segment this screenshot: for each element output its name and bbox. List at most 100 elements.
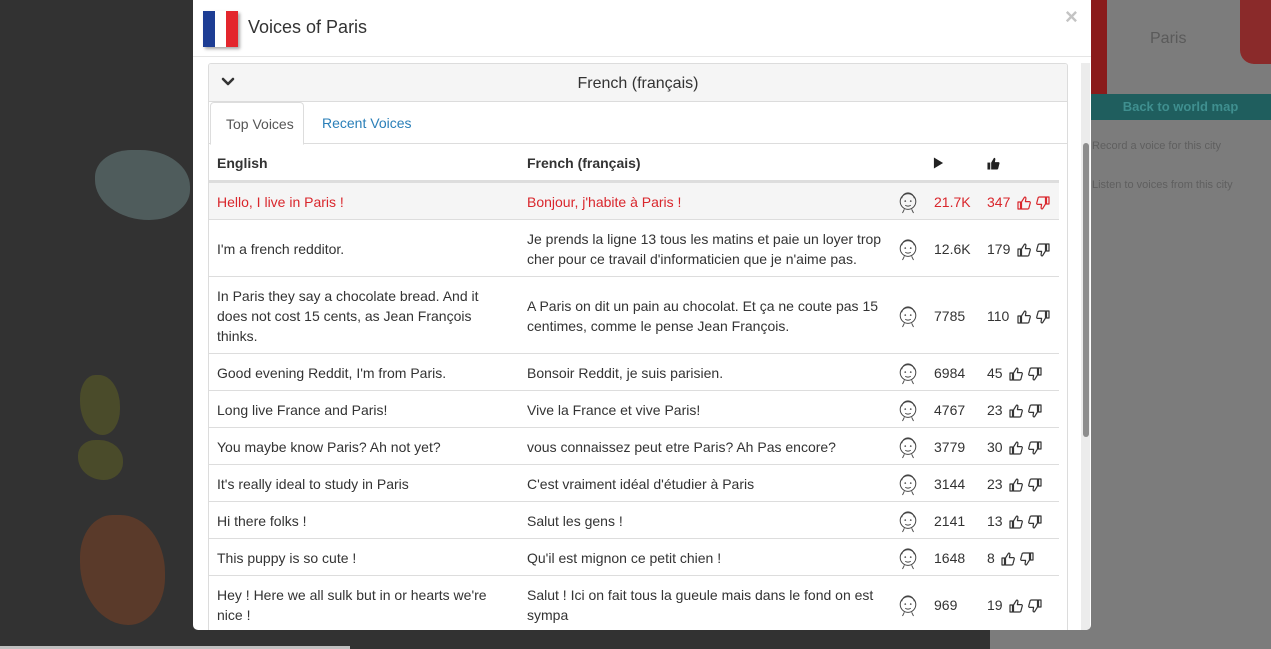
french-column-header: French (français) bbox=[527, 155, 641, 171]
map-region bbox=[78, 440, 123, 480]
french-phrase: Salut les gens ! bbox=[527, 513, 623, 529]
thumbs-down-icon[interactable] bbox=[1028, 598, 1043, 613]
language-panel: French (français) Top Voices Recent Voic… bbox=[208, 63, 1068, 630]
play-voice-avatar-icon[interactable] bbox=[897, 593, 921, 619]
vote-count: 347 bbox=[987, 194, 1011, 210]
thumbs-down-icon[interactable] bbox=[1036, 242, 1051, 257]
table-row[interactable]: It's really ideal to study in Paris C'est… bbox=[209, 464, 1059, 501]
play-count: 3779 bbox=[934, 439, 966, 455]
english-phrase: You maybe know Paris? Ah not yet? bbox=[217, 439, 441, 455]
thumbs-down-icon[interactable] bbox=[1020, 551, 1035, 566]
table-row[interactable]: This puppy is so cute ! Qu'il est mignon … bbox=[209, 538, 1059, 575]
thumbs-up-icon[interactable] bbox=[1009, 514, 1024, 529]
voices-modal: Voices of Paris × French (français) Top … bbox=[193, 0, 1091, 630]
english-phrase: It's really ideal to study in Paris bbox=[217, 476, 409, 492]
table-header: English French (français) bbox=[209, 145, 1059, 182]
table-row[interactable]: You maybe know Paris? Ah not yet? vous co… bbox=[209, 427, 1059, 464]
play-voice-avatar-icon[interactable] bbox=[897, 509, 921, 535]
play-voice-avatar-icon[interactable] bbox=[897, 190, 921, 216]
vote-count: 23 bbox=[987, 476, 1003, 492]
vote-count: 179 bbox=[987, 241, 1011, 257]
back-to-world-map-button[interactable]: Back to world map bbox=[1090, 94, 1271, 120]
thumbs-up-icon[interactable] bbox=[1009, 440, 1024, 455]
city-crest-image bbox=[1240, 0, 1271, 64]
play-icon bbox=[933, 157, 944, 169]
modal-scrollbar-thumb[interactable] bbox=[1083, 143, 1089, 437]
play-voice-avatar-icon[interactable] bbox=[897, 472, 921, 498]
play-count: 2141 bbox=[934, 513, 966, 529]
english-phrase: Hello, I live in Paris ! bbox=[217, 194, 344, 210]
english-phrase: Good evening Reddit, I'm from Paris. bbox=[217, 365, 447, 381]
thumbs-up-icon[interactable] bbox=[1017, 242, 1032, 257]
thumbs-up-icon[interactable] bbox=[1017, 195, 1032, 210]
table-row[interactable]: I'm a french redditor. Je prends la ligne… bbox=[209, 219, 1059, 276]
thumbs-down-icon[interactable] bbox=[1036, 195, 1051, 210]
play-voice-avatar-icon[interactable] bbox=[897, 435, 921, 461]
french-phrase: Qu'il est mignon ce petit chien ! bbox=[527, 550, 722, 566]
play-count: 3144 bbox=[934, 476, 966, 492]
vote-count: 110 bbox=[987, 308, 1010, 324]
english-phrase: Hey ! Here we all sulk but in or hearts … bbox=[217, 587, 487, 623]
thumbs-down-icon[interactable] bbox=[1028, 477, 1043, 492]
thumbs-up-icon[interactable] bbox=[1009, 366, 1024, 381]
vote-count: 30 bbox=[987, 439, 1003, 455]
english-phrase: This puppy is so cute ! bbox=[217, 550, 357, 566]
thumbs-up-icon[interactable] bbox=[1009, 598, 1024, 613]
english-phrase: Long live France and Paris! bbox=[217, 402, 388, 418]
table-row[interactable]: Long live France and Paris! Vive la Franc… bbox=[209, 390, 1059, 427]
play-voice-avatar-icon[interactable] bbox=[897, 361, 921, 387]
thumbs-down-icon[interactable] bbox=[1028, 366, 1043, 381]
thumbs-up-icon[interactable] bbox=[1009, 403, 1024, 418]
table-row[interactable]: In Paris they say a chocolate bread. And… bbox=[209, 276, 1059, 353]
thumbs-up-icon[interactable] bbox=[1001, 551, 1016, 566]
language-title: French (français) bbox=[577, 75, 699, 92]
play-voice-avatar-icon[interactable] bbox=[897, 398, 921, 424]
english-phrase: I'm a french redditor. bbox=[217, 241, 345, 257]
play-voice-avatar-icon[interactable] bbox=[897, 546, 921, 572]
thumbs-down-icon[interactable] bbox=[1028, 440, 1043, 455]
thumbs-down-icon[interactable] bbox=[1028, 403, 1043, 418]
voice-tabs: Top Voices Recent Voices bbox=[209, 102, 1067, 145]
french-phrase: Je prends la ligne 13 tous les matins et… bbox=[527, 231, 882, 267]
play-count: 12.6K bbox=[934, 241, 971, 257]
play-count: 21.7K bbox=[934, 194, 971, 210]
table-row[interactable]: Hello, I live in Paris ! Bonjour, j'habit… bbox=[209, 182, 1059, 219]
play-voice-avatar-icon[interactable] bbox=[897, 237, 921, 263]
close-button[interactable]: × bbox=[1065, 6, 1078, 28]
french-phrase: A Paris on dit un pain au chocolat. Et ç… bbox=[527, 298, 879, 334]
english-column-header: English bbox=[217, 155, 268, 171]
city-label: Paris bbox=[1150, 30, 1187, 47]
map-region bbox=[80, 515, 165, 625]
french-phrase: Bonsoir Reddit, je suis parisien. bbox=[527, 365, 724, 381]
listen-voices-link[interactable]: Listen to voices from this city bbox=[1092, 179, 1233, 191]
vote-count: 45 bbox=[987, 365, 1003, 381]
french-phrase: vous connaissez peut etre Paris? Ah Pas … bbox=[527, 439, 836, 455]
thumbs-down-icon[interactable] bbox=[1036, 309, 1051, 324]
vote-count: 23 bbox=[987, 402, 1003, 418]
tab-top-voices[interactable]: Top Voices bbox=[210, 102, 304, 145]
vote-count: 19 bbox=[987, 597, 1003, 613]
table-row[interactable]: Hey ! Here we all sulk but in or hearts … bbox=[209, 575, 1059, 630]
thumbs-down-icon[interactable] bbox=[1028, 514, 1043, 529]
english-phrase: Hi there folks ! bbox=[217, 513, 307, 529]
france-flag-icon bbox=[203, 11, 239, 47]
table-row[interactable]: Hi there folks ! Salut les gens ! 2141 13 bbox=[209, 501, 1059, 538]
play-voice-avatar-icon[interactable] bbox=[897, 304, 921, 330]
play-count: 7785 bbox=[934, 308, 966, 324]
tab-recent-voices[interactable]: Recent Voices bbox=[306, 102, 428, 144]
thumbs-up-icon[interactable] bbox=[1017, 309, 1032, 324]
map-region bbox=[80, 375, 120, 435]
language-panel-heading[interactable]: French (français) bbox=[209, 64, 1067, 102]
french-phrase: Bonjour, j'habite à Paris ! bbox=[527, 194, 682, 210]
play-count: 1648 bbox=[934, 550, 966, 566]
french-phrase: C'est vraiment idéal d'étudier à Paris bbox=[527, 476, 755, 492]
play-count: 4767 bbox=[934, 402, 966, 418]
french-phrase: Vive la France et vive Paris! bbox=[527, 402, 701, 418]
record-voice-link[interactable]: Record a voice for this city bbox=[1092, 140, 1221, 152]
vote-count: 8 bbox=[987, 550, 995, 566]
play-count: 6984 bbox=[934, 365, 966, 381]
modal-title: Voices of Paris bbox=[248, 17, 368, 37]
table-row[interactable]: Good evening Reddit, I'm from Paris. Bons… bbox=[209, 353, 1059, 390]
french-phrase: Salut ! Ici on fait tous la gueule mais … bbox=[527, 587, 874, 623]
thumbs-up-icon[interactable] bbox=[1009, 477, 1024, 492]
